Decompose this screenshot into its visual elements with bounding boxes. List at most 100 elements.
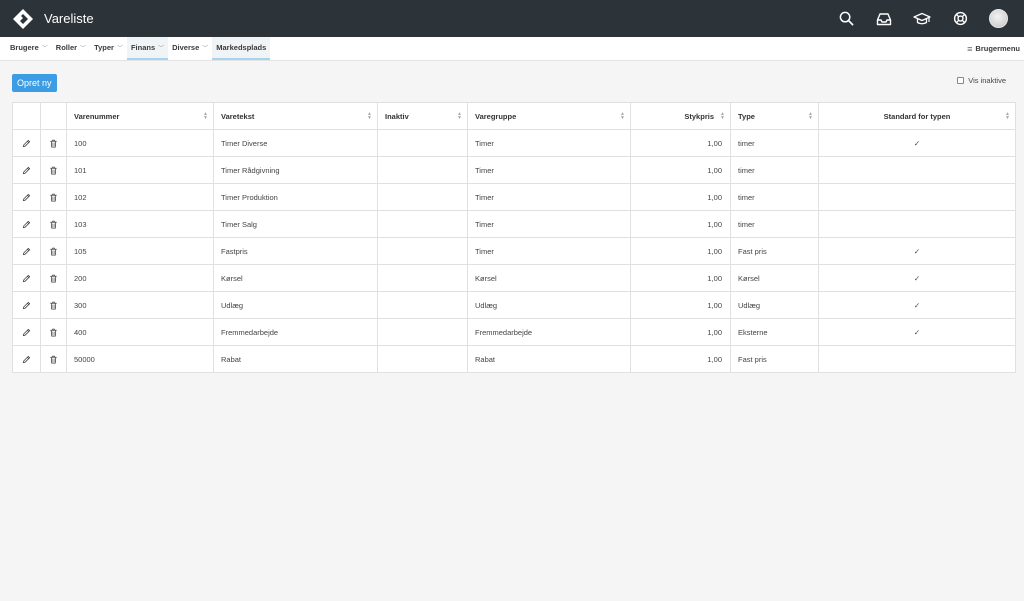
cell-type: Udlæg (730, 291, 819, 319)
cell-standard-checkmark: ✓ (818, 264, 1016, 292)
graduation-cap-icon[interactable] (913, 10, 931, 28)
cell-varetekst: Udlæg (213, 291, 378, 319)
edit-cell (12, 345, 41, 373)
cell-stykpris: 1,00 (630, 237, 731, 265)
column-header-varenummer[interactable]: Varenummer ▲ ▼ (66, 102, 214, 130)
cell-standard-checkmark (818, 183, 1016, 211)
search-icon[interactable] (837, 10, 855, 28)
nav-item-finans[interactable]: Finans ﹀ (126, 37, 169, 60)
cell-varetekst: Kørsel (213, 264, 378, 292)
delete-cell (40, 264, 67, 292)
column-header-varegruppe[interactable]: Varegruppe ▲ ▼ (467, 102, 631, 130)
pencil-icon[interactable] (22, 220, 31, 229)
trash-icon[interactable] (49, 274, 58, 283)
app-logo-icon[interactable] (12, 8, 34, 30)
cell-varegruppe: Udlæg (467, 291, 631, 319)
column-header-inaktiv[interactable]: Inaktiv ▲ ▼ (377, 102, 468, 130)
nav-item-label: Finans (130, 43, 156, 52)
nav-item-markedsplads[interactable]: Markedsplads (212, 37, 271, 60)
nav-item-label: Roller (55, 43, 78, 52)
cell-varetekst: Timer Rådgivning (213, 156, 378, 184)
cell-standard-checkmark: ✓ (818, 129, 1016, 157)
pencil-icon[interactable] (22, 247, 31, 256)
delete-cell (40, 237, 67, 265)
pencil-icon[interactable] (22, 301, 31, 310)
trash-icon[interactable] (49, 328, 58, 337)
column-header-varetekst[interactable]: Varetekst ▲ ▼ (213, 102, 378, 130)
table-row: 105 Fastpris Timer 1,00 Fast pris ✓ (12, 237, 1016, 265)
delete-cell (40, 210, 67, 238)
trash-icon[interactable] (49, 139, 58, 148)
inbox-icon[interactable] (875, 10, 893, 28)
cell-varenummer: 400 (66, 318, 214, 346)
pencil-icon[interactable] (22, 166, 31, 175)
cell-stykpris: 1,00 (630, 210, 731, 238)
table-header-row: Varenummer ▲ ▼ Varetekst ▲ ▼ Inaktiv ▲ ▼ Vareg… (12, 102, 1016, 130)
nav-item-roller[interactable]: Roller ﹀ (52, 37, 90, 60)
pencil-icon[interactable] (22, 274, 31, 283)
show-inactive-toggle[interactable]: Vis inaktive (957, 76, 1006, 85)
cell-varegruppe: Timer (467, 129, 631, 157)
avatar[interactable] (989, 9, 1008, 28)
lifebuoy-icon[interactable] (951, 10, 969, 28)
chevron-down-icon: ﹀ (116, 46, 123, 52)
delete-cell (40, 318, 67, 346)
cell-inaktiv (377, 264, 468, 292)
trash-icon[interactable] (49, 166, 58, 175)
cell-varenummer: 200 (66, 264, 214, 292)
pencil-icon[interactable] (22, 355, 31, 364)
sort-icon: ▲ ▼ (457, 111, 462, 121)
cell-stykpris: 1,00 (630, 318, 731, 346)
column-header-stykpris[interactable]: Stykpris ▲ ▼ (630, 102, 731, 130)
edit-cell (12, 156, 41, 184)
trash-icon[interactable] (49, 301, 58, 310)
create-new-button[interactable]: Opret ny (12, 74, 57, 92)
column-header-type[interactable]: Type ▲ ▼ (730, 102, 819, 130)
cell-varenummer: 101 (66, 156, 214, 184)
nav-item-label: Typer (94, 43, 114, 52)
pencil-icon[interactable] (22, 139, 31, 148)
edit-cell (12, 129, 41, 157)
cell-inaktiv (377, 237, 468, 265)
sort-icon: ▲ ▼ (203, 111, 208, 121)
pencil-icon[interactable] (22, 328, 31, 337)
cell-inaktiv (377, 210, 468, 238)
edit-cell (12, 318, 41, 346)
cell-varegruppe: Kørsel (467, 264, 631, 292)
trash-icon[interactable] (49, 247, 58, 256)
edit-cell (12, 237, 41, 265)
delete-cell (40, 156, 67, 184)
trash-icon[interactable] (49, 193, 58, 202)
sort-icon: ▲ ▼ (720, 111, 725, 121)
cell-varenummer: 103 (66, 210, 214, 238)
cell-varenummer: 300 (66, 291, 214, 319)
show-inactive-checkbox[interactable] (957, 77, 965, 84)
user-menu[interactable]: ≡ Brugermenu (967, 37, 1024, 60)
nav-item-diverse[interactable]: Diverse ﹀ (168, 37, 212, 60)
cell-varenummer: 50000 (66, 345, 214, 373)
cell-inaktiv (377, 318, 468, 346)
chevron-down-icon: ﹀ (202, 46, 209, 52)
cell-stykpris: 1,00 (630, 291, 731, 319)
nav-item-typer[interactable]: Typer ﹀ (90, 37, 127, 60)
sort-icon: ▲ ▼ (620, 111, 625, 121)
cell-type: timer (730, 129, 819, 157)
nav-item-brugere[interactable]: Brugere ﹀ (6, 37, 52, 60)
trash-icon[interactable] (49, 220, 58, 229)
nav-item-label: Brugere (10, 43, 39, 52)
trash-icon[interactable] (49, 355, 58, 364)
chevron-down-icon: ﹀ (80, 46, 87, 52)
cell-stykpris: 1,00 (630, 345, 731, 373)
table-row: 102 Timer Produktion Timer 1,00 timer (12, 183, 1016, 211)
sort-icon: ▲ ▼ (808, 111, 813, 121)
cell-inaktiv (377, 129, 468, 157)
pencil-icon[interactable] (22, 193, 31, 202)
delete-cell (40, 345, 67, 373)
cell-standard-checkmark (818, 345, 1016, 373)
page-title: Vareliste (44, 11, 94, 26)
cell-inaktiv (377, 291, 468, 319)
cell-type: timer (730, 156, 819, 184)
main-content: Opret ny Vis inaktive Varenummer ▲ ▼ Varet… (0, 61, 1024, 373)
hamburger-icon: ≡ (967, 43, 973, 54)
column-header-standard[interactable]: Standard for typen ▲ ▼ (818, 102, 1016, 130)
